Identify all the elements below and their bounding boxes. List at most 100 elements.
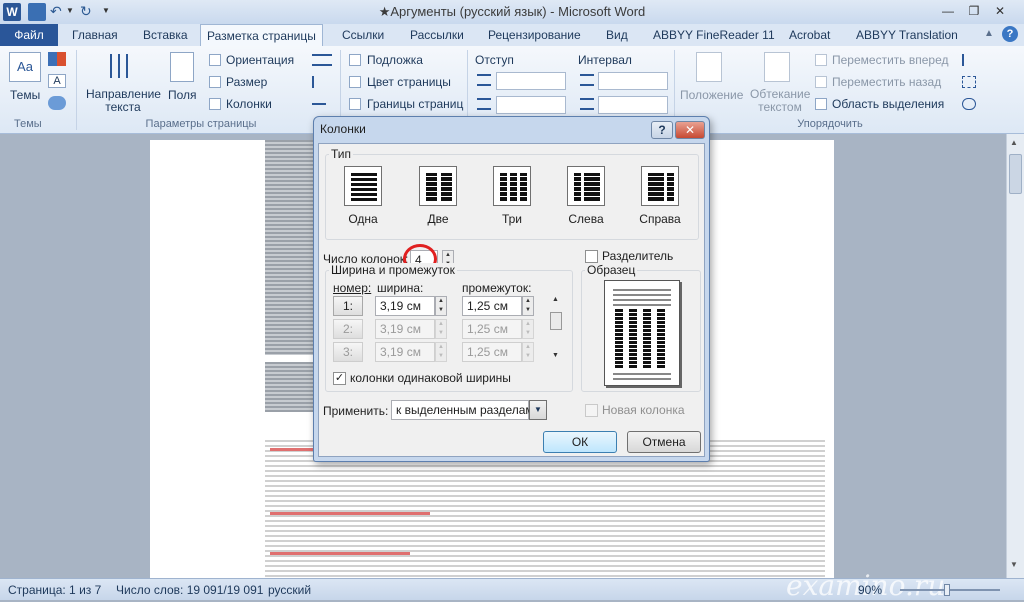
text-direction-icon[interactable] [106,52,136,82]
theme-fonts-icon[interactable]: A [48,74,66,88]
dialog-close-button[interactable]: ✕ [675,121,705,139]
preset-two[interactable] [419,166,457,206]
page-borders-button[interactable]: Границы страниц [367,97,463,111]
size-button[interactable]: Размер [226,75,267,89]
wrap-text-icon[interactable] [764,52,790,82]
tab-references[interactable]: Ссылки [336,24,390,46]
column-width-input[interactable]: 3,19 см [375,296,435,316]
new-column-checkbox[interactable] [585,404,598,417]
column-width-spinner[interactable]: ▲ ▼ [435,296,447,316]
send-backward-icon [815,76,827,88]
theme-effects-icon[interactable] [48,96,66,110]
spacing-before-input[interactable] [598,72,668,90]
scroll-up-icon[interactable]: ▲ [552,296,559,303]
rotate-icon[interactable] [962,98,976,110]
margins-icon[interactable] [170,52,194,82]
zoom-level[interactable]: 90% [858,583,882,597]
themes-button[interactable]: Темы [10,88,40,102]
cancel-button[interactable]: Отмена [627,431,701,453]
tab-home[interactable]: Главная [66,24,124,46]
word-count[interactable]: Число слов: 19 091/19 091 [116,583,263,597]
help-button[interactable]: ? [651,121,673,139]
spacing-after-icon [580,98,594,110]
text-direction-button[interactable]: Направление текста [86,88,161,114]
tab-mailings[interactable]: Рассылки [404,24,470,46]
column-number[interactable]: 2: [333,319,363,339]
help-icon[interactable]: ? [1002,26,1018,42]
spacing-after-input[interactable] [598,96,668,114]
column-width-input[interactable]: 3,19 см [375,319,435,339]
column-number[interactable]: 1: [333,296,363,316]
tab-review[interactable]: Рецензирование [482,24,587,46]
tab-page-layout[interactable]: Разметка страницы [200,24,323,47]
send-backward-button[interactable]: Переместить назад [832,75,941,89]
ribbon-minimize-icon[interactable]: ▲ [984,28,994,39]
zoom-slider[interactable] [900,589,1000,591]
column-spacing-spinner[interactable]: ▲ ▼ [522,342,534,362]
minimize-button[interactable]: — [935,2,961,20]
spacing-label: Интервал [578,53,632,67]
align-icon[interactable] [962,54,976,66]
scroll-down-icon[interactable]: ▼ [552,352,559,359]
column-spacing-input[interactable]: 1,25 см [462,342,522,362]
close-button[interactable]: ✕ [987,2,1013,20]
page-color-button[interactable]: Цвет страницы [367,75,451,89]
presets-title: Тип [329,147,354,161]
position-icon[interactable] [696,52,722,82]
restore-button[interactable]: ❐ [961,2,987,20]
language-indicator[interactable]: русский [268,583,311,597]
selection-pane-button[interactable]: Область выделения [832,97,944,111]
tab-acrobat[interactable]: Acrobat [783,24,836,46]
position-button[interactable]: Положение [680,88,743,102]
margins-button[interactable]: Поля [168,88,197,102]
chevron-down-icon[interactable]: ▼ [529,400,547,420]
orientation-button[interactable]: Ориентация [226,53,294,67]
columns-list-scrollbar[interactable]: ▲ ▼ [549,296,563,362]
column-spacing-input[interactable]: 1,25 см [462,296,522,316]
preset-one[interactable] [344,166,382,206]
zoom-slider-thumb[interactable] [944,584,950,596]
column-width-input[interactable]: 3,19 см [375,342,435,362]
column-width-spinner[interactable]: ▲ ▼ [435,342,447,362]
left-columns-icon [574,173,600,201]
column-number[interactable]: 3: [333,342,363,362]
scroll-thumb[interactable] [550,312,562,330]
bring-forward-button[interactable]: Переместить вперед [832,53,948,67]
wrap-text-button[interactable]: Обтекание текстом [750,88,810,114]
separator-checkbox[interactable] [585,250,598,263]
page-counter[interactable]: Страница: 1 из 7 [8,583,101,597]
preset-left[interactable] [567,166,605,206]
indent-left-input[interactable] [496,72,566,90]
scroll-up-icon[interactable]: ▲ [1010,138,1018,147]
line-numbers-icon[interactable] [312,76,332,88]
tab-abbyy-translation[interactable]: ABBYY Translation [850,24,964,46]
indent-label: Отступ [475,53,514,67]
group-label-arrange: Упорядочить [797,118,863,130]
watermark-button[interactable]: Подложка [367,53,423,67]
column-width-spinner[interactable]: ▲ ▼ [435,319,447,339]
tab-insert[interactable]: Вставка [137,24,194,46]
equal-width-checkbox[interactable]: ✓ [333,372,346,385]
tab-file[interactable]: Файл [0,24,58,46]
ok-button[interactable]: ОК [543,431,617,453]
column-spacing-spinner[interactable]: ▲ ▼ [522,319,534,339]
tab-view[interactable]: Вид [600,24,634,46]
apply-select[interactable]: к выделенным разделам [391,400,534,420]
preset-right[interactable] [641,166,679,206]
preset-three[interactable] [493,166,531,206]
indent-right-input[interactable] [496,96,566,114]
vertical-scrollbar[interactable]: ▲ ▼ [1006,134,1024,578]
hyphenation-icon[interactable] [312,98,332,110]
group-icon[interactable] [962,76,976,88]
column-spacing-input[interactable]: 1,25 см [462,319,522,339]
scroll-thumb[interactable] [1009,154,1022,194]
breaks-icon[interactable] [312,54,332,66]
columns-button[interactable]: Колонки [226,97,272,111]
column-spacing-spinner[interactable]: ▲ ▼ [522,296,534,316]
orientation-icon [209,54,221,66]
tab-abbyy-finereader[interactable]: ABBYY FineReader 11 [647,24,781,46]
themes-icon[interactable]: Aa [9,52,41,82]
scroll-down-icon[interactable]: ▼ [1010,560,1018,569]
theme-colors-icon[interactable] [48,52,66,66]
preset-right-label: Справа [639,212,681,226]
